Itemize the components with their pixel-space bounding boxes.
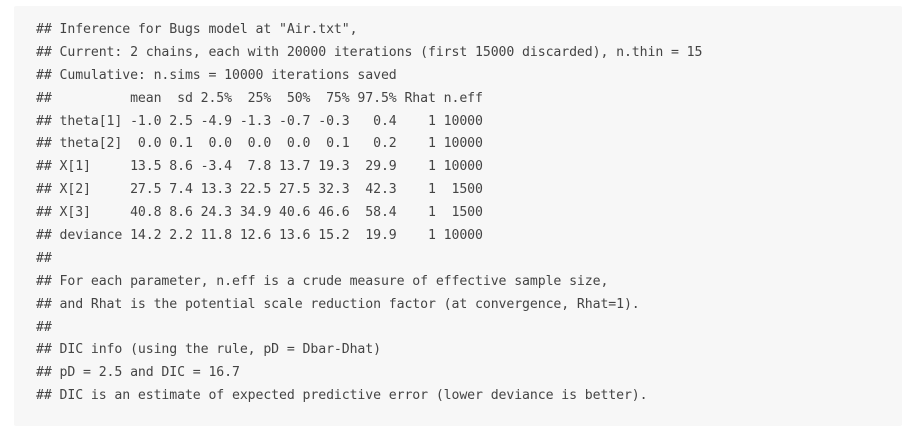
table-header-row: ## mean sd 2.5% 25% 50% 75% 97.5% Rhat n… <box>36 90 483 106</box>
output-line-blank-2: ## <box>36 319 52 335</box>
output-line-rhat-note: ## and Rhat is the potential scale reduc… <box>36 296 640 312</box>
code-output-block: ## Inference for Bugs model at "Air.txt"… <box>14 6 902 426</box>
output-line-neff-note: ## For each parameter, n.eff is a crude … <box>36 273 609 289</box>
table-row-theta2: ## theta[2] 0.0 0.1 0.0 0.0 0.0 0.1 0.2 … <box>36 136 483 152</box>
table-row-theta1: ## theta[1] -1.0 2.5 -4.9 -1.3 -0.7 -0.3… <box>36 113 483 129</box>
output-line-current: ## Current: 2 chains, each with 20000 it… <box>36 44 703 60</box>
output-line-cumulative: ## Cumulative: n.sims = 10000 iterations… <box>36 67 397 83</box>
output-line-pd-dic: ## pD = 2.5 and DIC = 16.7 <box>36 365 240 381</box>
output-line-dic-note: ## DIC is an estimate of expected predic… <box>36 388 648 404</box>
table-row-deviance: ## deviance 14.2 2.2 11.8 12.6 13.6 15.2… <box>36 228 483 244</box>
output-line-header: ## Inference for Bugs model at "Air.txt"… <box>36 22 358 37</box>
output-line-dic-info: ## DIC info (using the rule, pD = Dbar-D… <box>36 342 381 358</box>
table-row-x2: ## X[2] 27.5 7.4 13.3 22.5 27.5 32.3 42.… <box>36 182 483 198</box>
table-row-x1: ## X[1] 13.5 8.6 -3.4 7.8 13.7 19.3 29.9… <box>36 159 483 175</box>
table-row-x3: ## X[3] 40.8 8.6 24.3 34.9 40.6 46.6 58.… <box>36 205 483 221</box>
output-line-blank-1: ## <box>36 250 52 266</box>
